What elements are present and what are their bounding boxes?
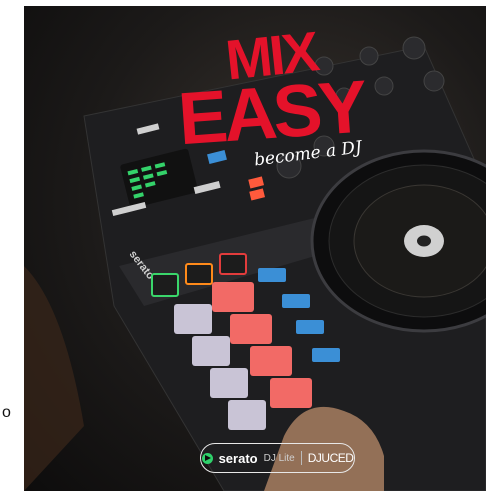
side-text: o [2, 404, 11, 421]
serato-logo-icon [201, 452, 213, 464]
software-badge: serato DJ Lite DJUCED [200, 443, 355, 473]
serato-sub-text: DJ Lite [263, 452, 295, 464]
serato-text: serato [218, 450, 258, 466]
poster-image: serato MIX EASY become a DJ serato DJ Li… [24, 6, 486, 491]
badge-divider [300, 451, 302, 465]
djuced-text: DJUCED [307, 451, 354, 465]
